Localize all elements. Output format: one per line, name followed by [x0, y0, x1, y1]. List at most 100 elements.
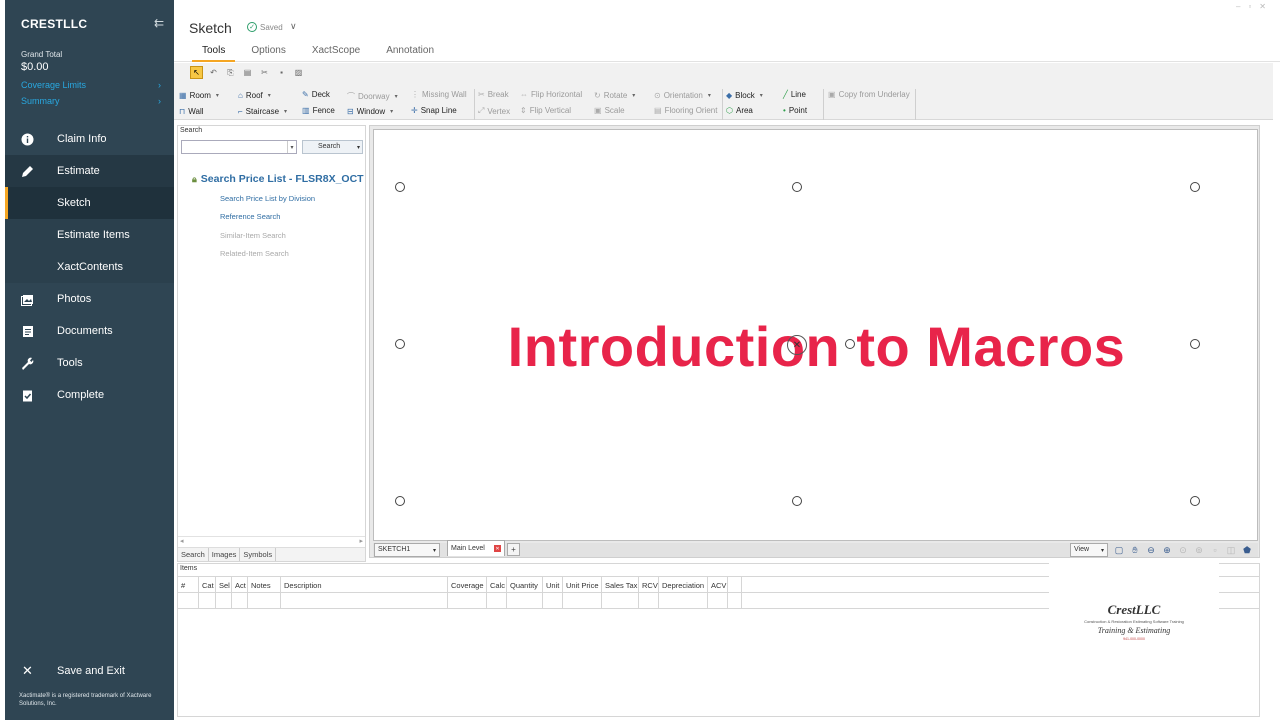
column-header[interactable]: Sales Tax: [602, 577, 639, 593]
resize-handle[interactable]: [395, 182, 405, 192]
column-header[interactable]: Cat: [199, 577, 216, 593]
flip-horizontal-tool[interactable]: ⇔ Flip Horizontal: [520, 90, 582, 99]
table-cell[interactable]: [728, 593, 742, 608]
room-tool[interactable]: ▦ Room ▾: [179, 91, 219, 100]
arrow-right-icon[interactable]: ▸: [359, 537, 363, 545]
tab-images[interactable]: Images: [209, 548, 241, 561]
coverage-limits-link[interactable]: Coverage Limits ›: [21, 80, 161, 90]
collapse-sidebar-icon[interactable]: ⇇: [154, 16, 164, 30]
window-controls[interactable]: ‒▫✕: [1236, 2, 1274, 11]
area-tool[interactable]: ⬡ Area: [726, 106, 753, 115]
close-icon[interactable]: ✕: [494, 545, 501, 552]
image-icon[interactable]: ▨: [292, 66, 305, 79]
select-pointer-icon[interactable]: ↖: [190, 66, 203, 79]
resize-handle[interactable]: [395, 496, 405, 506]
rotate-tool[interactable]: ↻ Rotate ▾: [594, 91, 635, 100]
search-by-division-link[interactable]: Search Price List by Division: [220, 194, 315, 203]
arrow-left-icon[interactable]: ◂: [180, 537, 184, 545]
reference-search-link[interactable]: Reference Search: [220, 212, 280, 221]
paste-icon[interactable]: ▤: [241, 66, 254, 79]
deck-tool[interactable]: ✎ Deck: [302, 90, 330, 99]
search-button[interactable]: Search ▾: [302, 140, 363, 154]
column-header[interactable]: ACV: [708, 577, 728, 593]
resize-handle[interactable]: [1190, 496, 1200, 506]
select-box-icon[interactable]: ▢: [1113, 544, 1125, 556]
table-cell[interactable]: [659, 593, 708, 608]
horizontal-scrollbar[interactable]: ◂ ▸: [178, 536, 365, 546]
table-cell[interactable]: [199, 593, 216, 608]
nav-complete[interactable]: Complete: [5, 379, 174, 411]
table-cell[interactable]: [602, 593, 639, 608]
column-header[interactable]: Notes: [248, 577, 281, 593]
resize-handle[interactable]: [792, 496, 802, 506]
zoom-window-icon[interactable]: ⊚: [1193, 544, 1205, 556]
column-header[interactable]: Description: [281, 577, 448, 593]
grid-icon[interactable]: ▫: [1209, 544, 1221, 556]
table-cell[interactable]: [563, 593, 602, 608]
table-cell[interactable]: [178, 593, 199, 608]
doorway-tool[interactable]: ⌒ Doorway ▾: [347, 91, 398, 102]
tab-tools[interactable]: Tools: [192, 45, 236, 62]
table-cell[interactable]: [248, 593, 281, 608]
fence-tool[interactable]: ▥ Fence: [302, 106, 335, 115]
nav-sketch[interactable]: Sketch: [5, 187, 174, 219]
table-cell[interactable]: [708, 593, 728, 608]
column-header[interactable]: #: [178, 577, 199, 593]
shape-icon[interactable]: ⬟: [1241, 544, 1253, 556]
tab-search[interactable]: Search: [178, 548, 209, 561]
undo-icon[interactable]: ↶: [207, 66, 220, 79]
table-cell[interactable]: [507, 593, 543, 608]
chevron-down-icon[interactable]: ∨: [290, 21, 297, 32]
column-header[interactable]: Act: [232, 577, 248, 593]
vertex-tool[interactable]: ⤢ Vertex: [478, 106, 510, 116]
nav-claim-info[interactable]: Claim Info: [5, 123, 174, 155]
zoom-out-icon[interactable]: ⊖: [1145, 544, 1157, 556]
cut-icon[interactable]: ✂: [258, 66, 271, 79]
table-cell[interactable]: [448, 593, 487, 608]
column-header[interactable]: Unit Price: [563, 577, 602, 593]
copy-icon[interactable]: ⎘: [224, 66, 237, 79]
search-input[interactable]: ▾: [181, 140, 297, 154]
roof-tool[interactable]: ⌂ Roof ▾: [238, 91, 271, 100]
scale-tool[interactable]: ▣ Scale: [594, 106, 625, 115]
tab-annotation[interactable]: Annotation: [376, 45, 444, 62]
break-tool[interactable]: ✂ Break: [478, 90, 509, 99]
zoom-in-icon[interactable]: ⊕: [1161, 544, 1173, 556]
nav-tools[interactable]: Tools: [5, 347, 174, 379]
view-select[interactable]: View ▾: [1070, 543, 1108, 557]
column-header[interactable]: Coverage: [448, 577, 487, 593]
sketch-select[interactable]: SKETCH1 ▾: [374, 543, 440, 557]
nav-xactcontents[interactable]: XactContents: [5, 251, 174, 283]
column-header[interactable]: Sel: [216, 577, 232, 593]
table-cell[interactable]: [639, 593, 659, 608]
resize-handle[interactable]: [1190, 182, 1200, 192]
copy-from-underlay-tool[interactable]: ▣ Copy from Underlay: [828, 90, 910, 99]
column-header[interactable]: Depreciation: [659, 577, 708, 593]
tab-options[interactable]: Options: [241, 45, 295, 62]
resize-handle[interactable]: [792, 182, 802, 192]
save-and-exit-button[interactable]: ✕ Save and Exit: [5, 655, 174, 687]
orientation-tool[interactable]: ⊙ Orientation ▾: [654, 91, 711, 100]
nav-estimate[interactable]: Estimate: [5, 155, 174, 187]
zoom-extents-icon[interactable]: ⊙: [1177, 544, 1189, 556]
flooring-orient-tool[interactable]: ▤ Flooring Orient: [654, 106, 717, 115]
table-cell[interactable]: [232, 593, 248, 608]
missing-wall-tool[interactable]: ⋮ Missing Wall: [411, 90, 467, 99]
flip-vertical-tool[interactable]: ⇕ Flip Vertical: [520, 106, 571, 115]
tab-xactscope[interactable]: XactScope: [302, 45, 370, 62]
point-tool[interactable]: • Point: [783, 106, 807, 115]
lock-icon[interactable]: ▪: [275, 66, 288, 79]
window-tool[interactable]: ⊟ Window ▾: [347, 107, 393, 116]
table-cell[interactable]: [281, 593, 448, 608]
sketch-canvas[interactable]: Introduction to Macros ✕: [373, 129, 1258, 541]
nav-documents[interactable]: Documents: [5, 315, 174, 347]
tab-symbols[interactable]: Symbols: [240, 548, 277, 561]
column-header[interactable]: Unit: [543, 577, 563, 593]
block-tool[interactable]: ◆ Block ▾: [726, 91, 763, 100]
nav-estimate-items[interactable]: Estimate Items: [5, 219, 174, 251]
table-cell[interactable]: [216, 593, 232, 608]
layers-icon[interactable]: ◫: [1225, 544, 1237, 556]
level-tab-main[interactable]: Main Level ✕: [447, 540, 505, 556]
table-cell[interactable]: [543, 593, 563, 608]
column-header[interactable]: Calc: [487, 577, 507, 593]
